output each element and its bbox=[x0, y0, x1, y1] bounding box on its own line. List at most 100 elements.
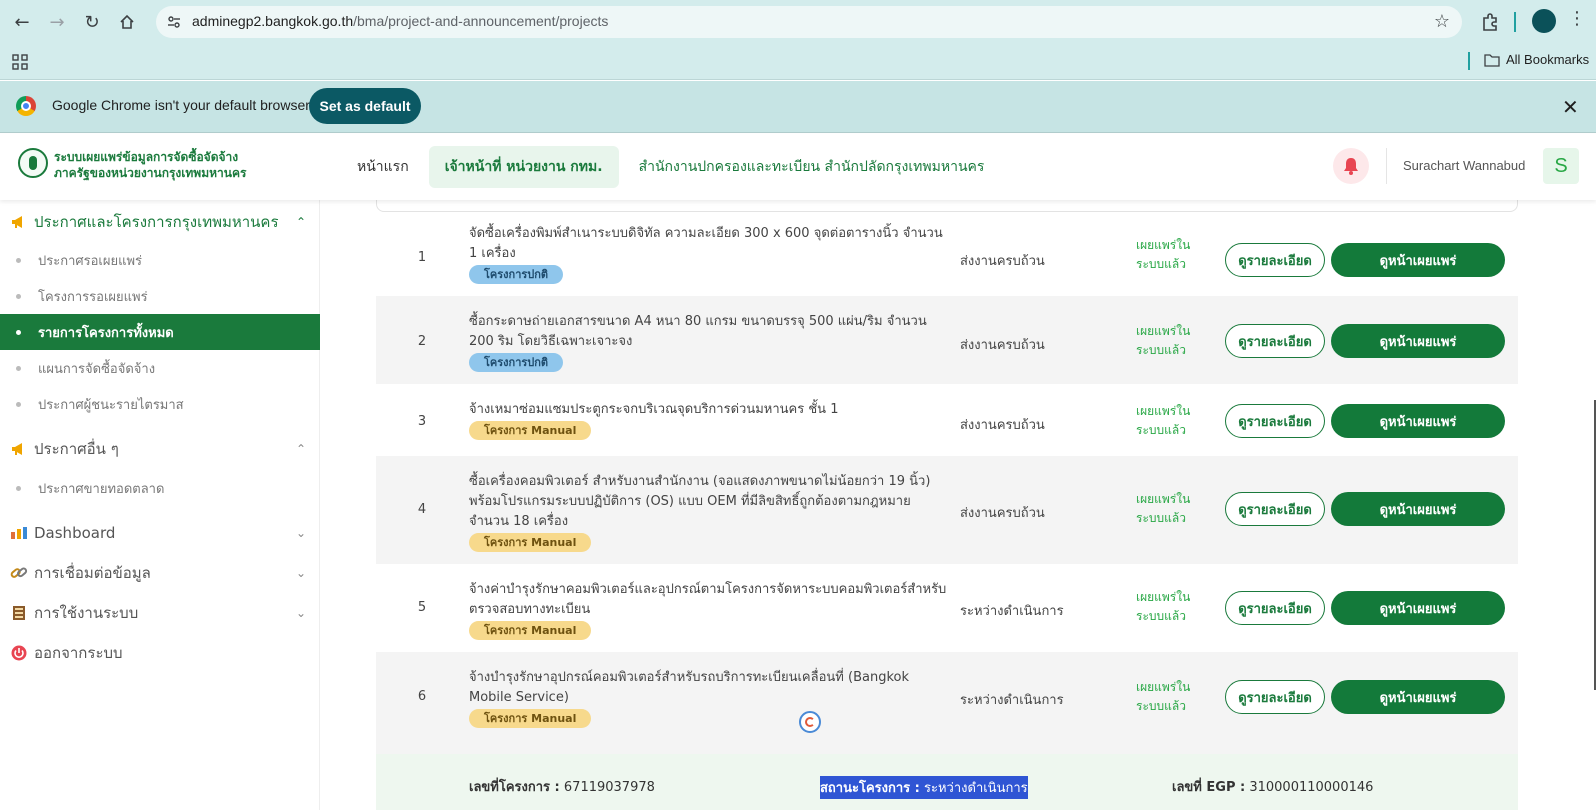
project-title: จัดซื้อเครื่องพิมพ์สำเนาระบบดิจิทัล ความ… bbox=[469, 226, 943, 261]
view-detail-button[interactable]: ดูรายละเอียด bbox=[1225, 324, 1325, 358]
view-publish-button[interactable]: ดูหน้าเผยแพร่ bbox=[1331, 404, 1505, 438]
default-browser-infobar: Google Chrome isn't your default browser… bbox=[0, 81, 1596, 133]
sidebar-group-data-connection[interactable]: การเชื่อมต่อข้อมูล ⌄ bbox=[0, 555, 320, 591]
sidebar-group-label: การใช้งานระบบ bbox=[34, 604, 139, 622]
bullet-icon bbox=[16, 365, 21, 371]
publish-status-line: ระบบแล้ว bbox=[1136, 511, 1186, 525]
set-default-button[interactable]: Set as default bbox=[309, 88, 421, 124]
publish-status: เผยแพร่ในระบบแล้ว bbox=[1136, 490, 1206, 528]
nav-home-link[interactable]: หน้าแรก bbox=[357, 146, 423, 188]
close-icon[interactable]: ✕ bbox=[1562, 95, 1579, 119]
project-detail-strip: เลขที่โครงการ : 67119037978 สถานะโครงการ… bbox=[376, 754, 1518, 810]
bullet-icon bbox=[16, 329, 21, 335]
publish-status-line: เผยแพร่ใน bbox=[1136, 680, 1191, 694]
bullet-icon bbox=[16, 257, 21, 263]
dashboard-icon bbox=[10, 524, 28, 542]
project-title-cell: จ้างบำรุงรักษาอุปกรณ์คอมพิวเตอร์สำหรับรถ… bbox=[469, 668, 949, 729]
notification-button[interactable] bbox=[1333, 148, 1369, 184]
sidebar-item-auction[interactable]: ประกาศขายทอดตลาด bbox=[0, 470, 320, 506]
reload-icon[interactable]: ↻ bbox=[80, 10, 104, 34]
project-status: ส่งงานครบถ้วน bbox=[960, 418, 1045, 433]
publish-status-line: ระบบแล้ว bbox=[1136, 609, 1186, 623]
view-publish-button[interactable]: ดูหน้าเผยแพร่ bbox=[1331, 243, 1505, 277]
project-status: ส่งงานครบถ้วน bbox=[960, 254, 1045, 269]
sidebar-item-all-projects[interactable]: รายการโครงการทั้งหมด bbox=[0, 314, 320, 350]
all-bookmarks-button[interactable]: All Bookmarks bbox=[1484, 52, 1589, 67]
row-number: 3 bbox=[417, 414, 427, 429]
project-title-cell: จ้างเหมาซ่อมแซมประตูกระจกบริเวณจุดบริการ… bbox=[469, 400, 949, 441]
more-menu-icon[interactable]: ⋮ bbox=[1568, 8, 1586, 29]
chevron-up-icon: ⌃ bbox=[296, 215, 307, 229]
forward-icon[interactable]: → bbox=[45, 10, 69, 34]
table-row: 4 ซื้อเครื่องคอมพิวเตอร์ สำหรับงานสำนักง… bbox=[376, 456, 1518, 564]
sidebar-logout[interactable]: ออกจากระบบ bbox=[0, 635, 320, 671]
sidebar-item-label: ประกาศขายทอดตลาด bbox=[38, 481, 165, 497]
table-row: 2 ซื้อกระดาษถ่ายเอกสารขนาด A4 หนา 80 แกร… bbox=[376, 296, 1518, 384]
nav-org-link[interactable]: สำนักงานปกครองและทะเบียน สำนักปลัดกรุงเท… bbox=[639, 156, 985, 178]
project-type-badge: โครงการ Manual bbox=[469, 533, 592, 552]
project-number-label: เลขที่โครงการ : bbox=[469, 780, 560, 795]
sidebar-group-dashboard[interactable]: Dashboard ⌄ bbox=[0, 515, 320, 551]
publish-status: เผยแพร่ใน ระบบแล้ว bbox=[1136, 678, 1206, 716]
address-bar[interactable]: adminegp2.bangkok.go.th/bma/project-and-… bbox=[156, 6, 1462, 38]
egp-number: เลขที่ EGP : 310000110000146 bbox=[1172, 776, 1373, 797]
header-divider bbox=[1386, 148, 1387, 184]
ledger-icon bbox=[10, 604, 28, 622]
project-title: จ้างบำรุงรักษาอุปกรณ์คอมพิวเตอร์สำหรับรถ… bbox=[469, 670, 909, 705]
avatar[interactable]: S bbox=[1543, 148, 1579, 184]
apps-grid-icon[interactable] bbox=[12, 54, 28, 70]
egp-number-label: เลขที่ EGP : bbox=[1172, 780, 1246, 795]
view-publish-button[interactable]: ดูหน้าเผยแพร่ bbox=[1331, 680, 1505, 714]
bell-icon bbox=[1344, 158, 1358, 175]
chevron-down-icon: ⌄ bbox=[296, 526, 307, 540]
sidebar-group-announcements[interactable]: ประกาศและโครงการกรุงเทพมหานคร ⌃ bbox=[0, 204, 320, 240]
view-detail-button[interactable]: ดูรายละเอียด bbox=[1225, 680, 1325, 714]
project-type-badge: โครงการปกติ bbox=[469, 353, 564, 372]
publish-status: เผยแพร่ใน ระบบแล้ว bbox=[1136, 322, 1206, 360]
view-detail-button[interactable]: ดูรายละเอียด bbox=[1225, 492, 1325, 526]
sidebar-item-pending-announcements[interactable]: ประกาศรอเผยแพร่ bbox=[0, 242, 320, 278]
bullet-icon bbox=[16, 401, 21, 407]
sidebar-group-other-announcements[interactable]: ประกาศอื่น ๆ ⌃ bbox=[0, 431, 320, 467]
table-row: 6 จ้างบำรุงรักษาอุปกรณ์คอมพิวเตอร์สำหรับ… bbox=[376, 652, 1518, 754]
sidebar-group-system-usage[interactable]: การใช้งานระบบ ⌄ bbox=[0, 595, 320, 631]
publish-status-line: เผยแพร่ใน bbox=[1136, 590, 1191, 604]
sidebar-group-label: การเชื่อมต่อข้อมูล bbox=[34, 564, 151, 582]
sidebar-item-quarterly-winners[interactable]: ประกาศผู้ชนะรายไตรมาส bbox=[0, 386, 320, 422]
chevron-down-icon: ⌄ bbox=[296, 606, 307, 620]
project-status: ส่งงานครบถ้วน bbox=[960, 338, 1045, 353]
sidebar-group-label: Dashboard bbox=[34, 524, 116, 542]
view-detail-button[interactable]: ดูรายละเอียด bbox=[1225, 591, 1325, 625]
site-logo-text[interactable]: ระบบเผยแพร่ข้อมูลการจัดซื้อจัดจ้าง ภาครั… bbox=[54, 149, 246, 181]
chevron-up-icon: ⌃ bbox=[296, 442, 307, 456]
link-icon bbox=[10, 564, 28, 582]
view-detail-button[interactable]: ดูรายละเอียด bbox=[1225, 243, 1325, 277]
publish-status: เผยแพร่ใน ระบบแล้ว bbox=[1136, 236, 1206, 274]
row-number: 6 bbox=[417, 689, 427, 704]
profile-icon[interactable] bbox=[1532, 9, 1556, 33]
site-settings-icon[interactable] bbox=[166, 14, 182, 30]
extensions-icon[interactable] bbox=[1478, 10, 1502, 34]
project-status-detail: สถานะโครงการ : ระหว่างดำเนินการ bbox=[820, 776, 1028, 799]
sidebar-group-label: ออกจากระบบ bbox=[34, 644, 123, 662]
nav-officer-tab[interactable]: เจ้าหน้าที่ หน่วยงาน กทม. bbox=[428, 146, 619, 188]
view-publish-button[interactable]: ดูหน้าเผยแพร่ bbox=[1331, 492, 1505, 526]
row-number: 2 bbox=[417, 334, 427, 349]
publish-status: เผยแพร่ใน ระบบแล้ว bbox=[1136, 402, 1206, 440]
row-number: 4 bbox=[417, 502, 427, 517]
view-detail-button[interactable]: ดูรายละเอียด bbox=[1225, 404, 1325, 438]
project-title-cell: ซื้อเครื่องคอมพิวเตอร์ สำหรับงานสำนักงาน… bbox=[469, 472, 949, 553]
project-title-cell: จัดซื้อเครื่องพิมพ์สำเนาระบบดิจิทัล ความ… bbox=[469, 224, 949, 285]
row-number: 5 bbox=[417, 600, 427, 615]
back-icon[interactable]: ← bbox=[10, 10, 34, 34]
sidebar-item-procurement-plan[interactable]: แผนการจัดซื้อจัดจ้าง bbox=[0, 350, 320, 386]
user-name[interactable]: Surachart Wannabud bbox=[1403, 158, 1525, 173]
home-icon[interactable] bbox=[115, 10, 139, 34]
bookmarks-divider bbox=[1468, 52, 1470, 70]
sidebar-item-pending-projects[interactable]: โครงการรอเผยแพร่ bbox=[0, 278, 320, 314]
table-row: 3 จ้างเหมาซ่อมแซมประตูกระจกบริเวณจุดบริก… bbox=[376, 384, 1518, 456]
publish-status-line: เผยแพร่ใน bbox=[1136, 492, 1191, 506]
view-publish-button[interactable]: ดูหน้าเผยแพร่ bbox=[1331, 591, 1505, 625]
view-publish-button[interactable]: ดูหน้าเผยแพร่ bbox=[1331, 324, 1505, 358]
bookmark-star-icon[interactable]: ☆ bbox=[1434, 11, 1450, 32]
